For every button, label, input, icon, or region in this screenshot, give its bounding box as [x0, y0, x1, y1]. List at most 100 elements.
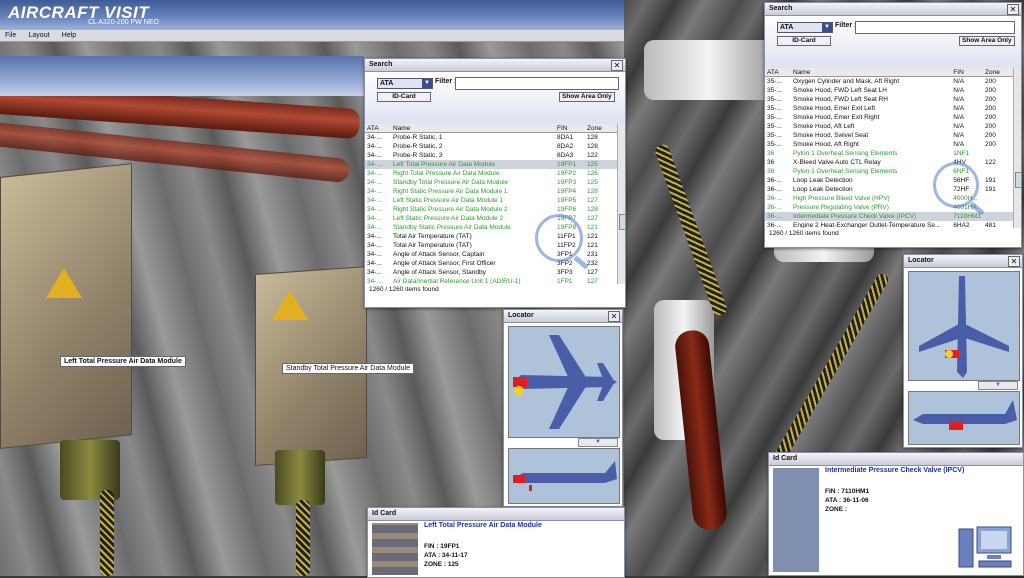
vertical-scrollbar[interactable]	[1013, 68, 1021, 228]
close-icon[interactable]: ✕	[608, 311, 620, 322]
list-item[interactable]: 35-... Smoke Hood, Swivel Seat N/A 200	[765, 131, 1021, 140]
cell-ata: 34-...	[367, 170, 382, 177]
cell-ata: 35-...	[767, 132, 782, 139]
column-header-ata[interactable]: ATA	[765, 68, 791, 77]
cell-name: Smoke Hood, FWD Left Seat RH	[793, 96, 889, 103]
cell-fin: 8DA3	[557, 152, 574, 159]
list-item[interactable]: 34-... Standby Total Pressure Air Data Mo…	[365, 178, 625, 187]
ata-dropdown[interactable]: ATA ▼	[377, 78, 433, 89]
column-header-fin[interactable]: FIN	[555, 124, 585, 133]
list-item[interactable]: 35-... Smoke Hood, Aft Right N/A 200	[765, 140, 1021, 149]
list-item[interactable]: 34-... Standby Static Pressure Air Data M…	[365, 223, 625, 232]
id-card-zone: ZONE :	[825, 506, 848, 513]
locator-top-view[interactable]	[908, 271, 1020, 381]
menu-file[interactable]: File	[0, 30, 21, 41]
locator-side-view[interactable]	[508, 448, 620, 504]
list-item[interactable]: 34-... Left Total Pressure Air Data Modul…	[365, 160, 625, 169]
close-icon[interactable]: ✕	[611, 60, 623, 71]
connector	[275, 450, 325, 505]
close-icon[interactable]: ✕	[1008, 256, 1020, 267]
list-item[interactable]: 34-... Left Static Pressure Air Data Modu…	[365, 196, 625, 205]
cell-fin: 19FP3	[557, 179, 577, 186]
menu-help[interactable]: Help	[57, 30, 81, 41]
search-results-list[interactable]: ATA Name FIN Zone 34-... Probe-R Static, …	[365, 124, 625, 284]
show-area-only-button[interactable]: Show Area Only	[959, 36, 1015, 46]
list-item[interactable]: 34-... Probe-R Static, 2 8DA2 128	[365, 142, 625, 151]
locator-scroll-control[interactable]: ▼	[978, 381, 1018, 390]
menu-layout[interactable]: Layout	[24, 30, 55, 41]
column-header-name[interactable]: Name	[791, 68, 952, 77]
list-item[interactable]: 34-... Left Static Pressure Air Data Modu…	[365, 214, 625, 223]
search-panel-left: Search ✕ ATA ▼ Filter : ID-Card Show Area…	[364, 58, 626, 308]
cell-fin: 19FP5	[557, 197, 577, 204]
list-item[interactable]: 36 Pylon 1 Overheat Sensing Elements 1NF1	[765, 149, 1021, 158]
vertical-scrollbar[interactable]	[617, 124, 625, 284]
list-item[interactable]: 36-... High Pressure Bleed Valve (HPV) 400…	[765, 194, 1021, 203]
id-card-name: Intermediate Pressure Check Valve (IPCV)	[825, 467, 965, 474]
cell-ata: 36-...	[765, 212, 791, 221]
list-item[interactable]: 34-... Probe-R Static, 3 8DA3 122	[365, 151, 625, 160]
cell-ata: 36	[767, 150, 775, 157]
list-item[interactable]: 36-... Loop Leak Detection 72HF 191	[765, 185, 1021, 194]
cell-ata: 36-...	[767, 177, 782, 184]
show-area-only-button[interactable]: Show Area Only	[559, 92, 615, 102]
column-header-ata[interactable]: ATA	[365, 124, 391, 133]
list-item[interactable]: 34-... Total Air Temperature (TAT) 11FP2 12…	[365, 241, 625, 250]
list-item[interactable]: 35-... Smoke Hood, FWD Left Seat LH N/A 200	[765, 86, 1021, 95]
list-item[interactable]: 35-... Oxygen Cylinder and Mask, Aft Righ…	[765, 77, 1021, 87]
list-item[interactable]: 34-... Angle of Attack Sensor, Captain 3FP…	[365, 250, 625, 259]
list-item[interactable]: 36-... Engine 2 Heat-Exchanger Outlet-Tem…	[765, 221, 1021, 228]
search-results-list[interactable]: ATA Name FIN Zone 35-... Oxygen Cylinder …	[765, 68, 1021, 228]
status-text: 1260 / 1260 items found	[369, 286, 439, 293]
column-header-name[interactable]: Name	[391, 124, 555, 133]
cell-name: Smoke Hood, Aft Left	[793, 123, 855, 130]
airplane-side-icon	[513, 461, 617, 491]
scene-label-left-module[interactable]: Left Total Pressure Air Data Module	[60, 356, 186, 367]
app-subtitle: CL A320-200 PW NEO	[88, 19, 159, 26]
cell-ata: 34-...	[365, 160, 391, 169]
scrollbar-thumb[interactable]	[619, 214, 625, 230]
search-panel-title: Search ✕	[765, 3, 1021, 16]
cell-fin: N/A	[953, 96, 965, 103]
cell-name: Probe-R Static, 2	[393, 143, 443, 150]
filter-input[interactable]	[455, 77, 619, 90]
list-item[interactable]: 35-... Smoke Hood, Emer Exit Right N/A 200	[765, 113, 1021, 122]
list-item[interactable]: 35-... Smoke Hood, Emer Exit Left N/A 200	[765, 104, 1021, 113]
list-item[interactable]: 34-... Air Data/Inertial Reference Unit 1…	[365, 277, 625, 284]
id-card-button[interactable]: ID-Card	[377, 92, 431, 102]
cell-ata: 34-...	[367, 260, 382, 267]
list-item[interactable]: 36-... Loop Leak Detection 56HF 191	[765, 176, 1021, 185]
cell-name: Probe-R Static, 3	[393, 152, 443, 159]
list-item[interactable]: 36 Pylon 1 Overheat Sensing Elements 6NF1	[765, 167, 1021, 176]
list-item[interactable]: 34-... Probe-R Static, 1 8DA1 128	[365, 133, 625, 143]
list-item[interactable]: 35-... Smoke Hood, Aft Left N/A 200	[765, 122, 1021, 131]
scene-label-standby-module[interactable]: Standby Total Pressure Air Data Module	[282, 363, 414, 374]
list-item[interactable]: 35-... Smoke Hood, FWD Left Seat RH N/A 200	[765, 95, 1021, 104]
ata-dropdown[interactable]: ATA ▼	[777, 22, 833, 33]
locator-top-view[interactable]	[508, 326, 620, 438]
cell-name: Pylon 1 Overheat Sensing Elements	[793, 168, 898, 175]
close-icon[interactable]: ✕	[1007, 4, 1019, 15]
cell-fin: 6HA2	[953, 222, 970, 228]
filter-label: Filter :	[435, 78, 457, 85]
app-header: AIRCRAFT VISIT CL A320-200 PW NEO	[0, 0, 624, 30]
id-card-button[interactable]: ID-Card	[777, 36, 831, 46]
locator-panel-title: Locator ✕	[904, 255, 1022, 268]
list-item[interactable]: 36 X-Bleed Valve Auto CTL Relay 4HV 122	[765, 158, 1021, 167]
list-item[interactable]: 34-... Right Total Pressure Air Data Modu…	[365, 169, 625, 178]
component-photo	[773, 468, 819, 572]
scrollbar-thumb[interactable]	[1015, 172, 1021, 188]
list-item[interactable]: 34-... Right Static Pressure Air Data Mod…	[365, 187, 625, 196]
locator-scroll-control[interactable]: ▼	[578, 438, 618, 447]
column-header-fin[interactable]: FIN	[951, 68, 983, 77]
filter-input[interactable]	[855, 21, 1015, 34]
toolbar-band	[0, 56, 364, 96]
caution-sticker	[46, 268, 82, 298]
cell-name: Left Static Pressure Air Data Module 2	[393, 215, 504, 222]
list-item[interactable]: 34-... Right Static Pressure Air Data Mod…	[365, 205, 625, 214]
list-item[interactable]: 34-... Total Air Temperature (TAT) 11FP1 12…	[365, 232, 625, 241]
id-card-panel-left: Id Card Left Total Pressure Air Data Mod…	[367, 507, 625, 578]
left-module-box	[0, 163, 132, 449]
list-item[interactable]: 34-... Angle of Attack Sensor, Standby 3FP…	[365, 268, 625, 277]
locator-side-view[interactable]	[908, 391, 1020, 445]
